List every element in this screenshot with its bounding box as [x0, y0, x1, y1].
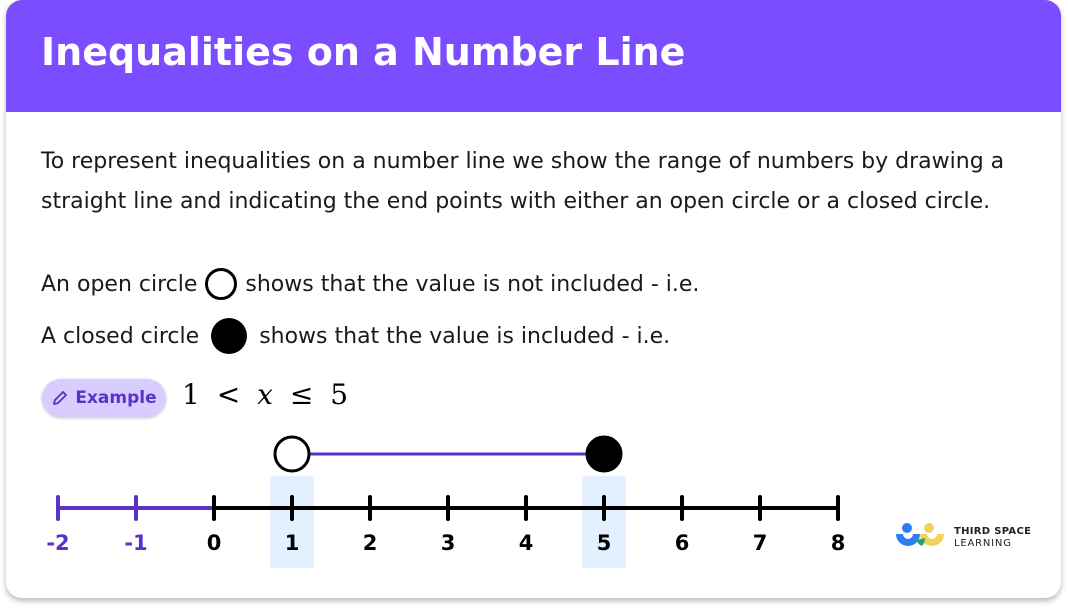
tick-label-7: 7 [753, 531, 768, 555]
closed-circle-icon [211, 318, 248, 354]
tick-label-1: 1 [285, 531, 300, 555]
open-circle-text-after: shows that the value is not included - i… [245, 271, 700, 297]
tick-label--2: -2 [46, 531, 69, 555]
logo-line2: LEARNING [954, 538, 1012, 549]
inequality-op1: < [216, 378, 241, 411]
closed-circle-text-before: A closed circle [41, 323, 200, 349]
tick-label-2: 2 [363, 531, 378, 555]
tick-label-0: 0 [207, 531, 222, 555]
inequality-right: 5 [330, 378, 349, 411]
lesson-card: Inequalities on a Number Line To represe… [6, 0, 1061, 598]
page-title: Inequalities on a Number Line [41, 30, 686, 74]
header-banner: Inequalities on a Number Line [6, 0, 1061, 112]
number-line: -2 -1 0 1 2 3 4 5 6 7 8 [46, 435, 846, 568]
tick-label--1: -1 [124, 531, 147, 555]
inequality-variable: x [257, 378, 273, 411]
third-space-learning-logo: THIRD SPACE LEARNING [894, 520, 1031, 556]
tick-label-3: 3 [441, 531, 456, 555]
pencil-icon [53, 391, 68, 405]
closed-circle-explanation: A closed circle shows that the value is … [41, 318, 670, 354]
open-circle-explanation: An open circle shows that the value is n… [41, 268, 699, 300]
tick-label-6: 6 [675, 531, 690, 555]
example-badge: Example [42, 379, 166, 417]
inequality-left: 1 [182, 378, 200, 411]
logo-mark-icon [896, 523, 944, 546]
tick-label-8: 8 [831, 531, 846, 555]
tick-label-5: 5 [597, 531, 612, 555]
intro-paragraph: To represent inequalities on a number li… [41, 149, 1005, 214]
interval-end-closed-circle [585, 435, 623, 473]
open-circle-icon [205, 268, 238, 300]
interval-start-open-circle [273, 435, 311, 473]
tick-label-4: 4 [519, 531, 534, 555]
inequality-op2: ≤ [289, 378, 314, 411]
logo-line1: THIRD SPACE [954, 526, 1032, 537]
example-label: Example [75, 388, 157, 408]
open-circle-text-before: An open circle [41, 271, 198, 297]
example-inequality: 1 < x ≤ 5 [182, 378, 348, 411]
closed-circle-text-after: shows that the value is included - i.e. [259, 323, 671, 349]
